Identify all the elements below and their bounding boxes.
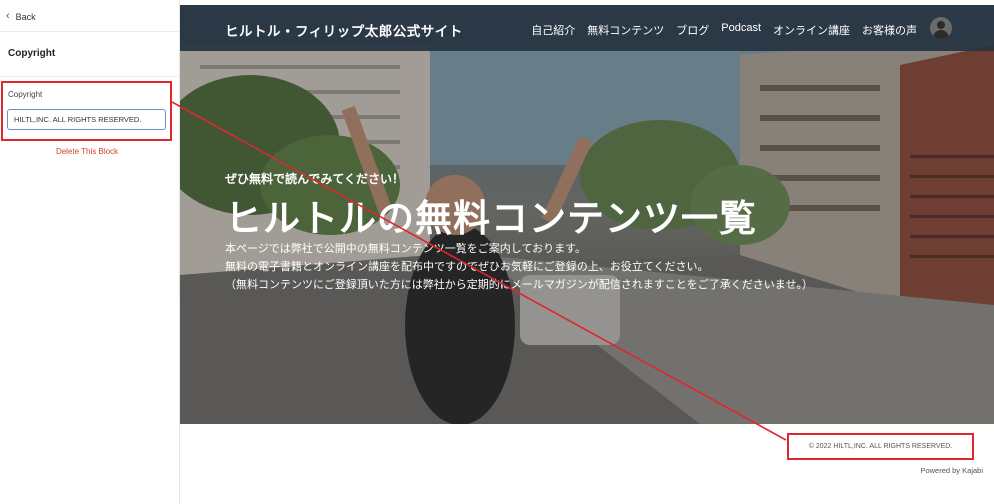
site-navbar: ヒルトル・フィリップ太郎公式サイト 自己紹介 無料コンテンツ ブログ Podca…: [180, 5, 994, 51]
nav-link-about[interactable]: 自己紹介: [531, 22, 575, 38]
user-avatar[interactable]: [930, 17, 952, 39]
editor-sidebar: ‹ Back Copyright Copyright Delete This B…: [0, 0, 180, 504]
hero-description: 本ページでは弊社で公開中の無料コンテンツ一覧をご案内しております。 無料の電子書…: [225, 240, 813, 294]
delete-block-link[interactable]: Delete This Block: [0, 147, 174, 156]
nav-link-podcast[interactable]: Podcast: [721, 22, 761, 38]
powered-by-kajabi[interactable]: Powered by Kajabi: [920, 466, 983, 475]
nav-link-blog[interactable]: ブログ: [676, 22, 709, 38]
hero-desc-line: （無料コンテンツにご登録頂いた方には弊社から定期的にメールマガジンが配信されます…: [225, 279, 813, 291]
footer-copyright[interactable]: © 2022 HILTL,INC. ALL RIGHTS RESERVED.: [787, 433, 974, 460]
nav-link-testimonials[interactable]: お客様の声: [862, 22, 917, 38]
nav-link-online-course[interactable]: オンライン講座: [773, 22, 850, 38]
divider: [0, 76, 180, 77]
divider: [0, 31, 180, 32]
hero-desc-line: 無料の電子書籍とオンライン講座を配布中ですのでぜひお気軽にご登録の上、お役立てく…: [225, 261, 709, 273]
sidebar-title: Copyright: [8, 48, 56, 59]
page-root: ‹ Back Copyright Copyright Delete This B…: [0, 0, 994, 504]
back-label: Back: [15, 11, 36, 22]
hero-desc-line: 本ページでは弊社で公開中の無料コンテンツ一覧をご案内しております。: [225, 243, 587, 255]
back-button[interactable]: ‹ Back: [6, 11, 36, 22]
hero-eyebrow: ぜひ無料で読んでみてください！: [225, 172, 405, 186]
nav-link-free-content[interactable]: 無料コンテンツ: [587, 22, 664, 38]
hero-title: ヒルトルの無料コンテンツ一覧: [225, 198, 757, 239]
highlight-box-sidebar: [1, 81, 172, 141]
site-title[interactable]: ヒルトル・フィリップ太郎公式サイト: [225, 20, 463, 40]
site-preview: ヒルトル・フィリップ太郎公式サイト 自己紹介 無料コンテンツ ブログ Podca…: [180, 5, 994, 504]
site-nav: 自己紹介 無料コンテンツ ブログ Podcast オンライン講座 お客様の声: [531, 22, 917, 38]
hero-section: ヒルトル・フィリップ太郎公式サイト 自己紹介 無料コンテンツ ブログ Podca…: [180, 5, 994, 424]
chevron-left-icon: ‹: [6, 10, 10, 22]
